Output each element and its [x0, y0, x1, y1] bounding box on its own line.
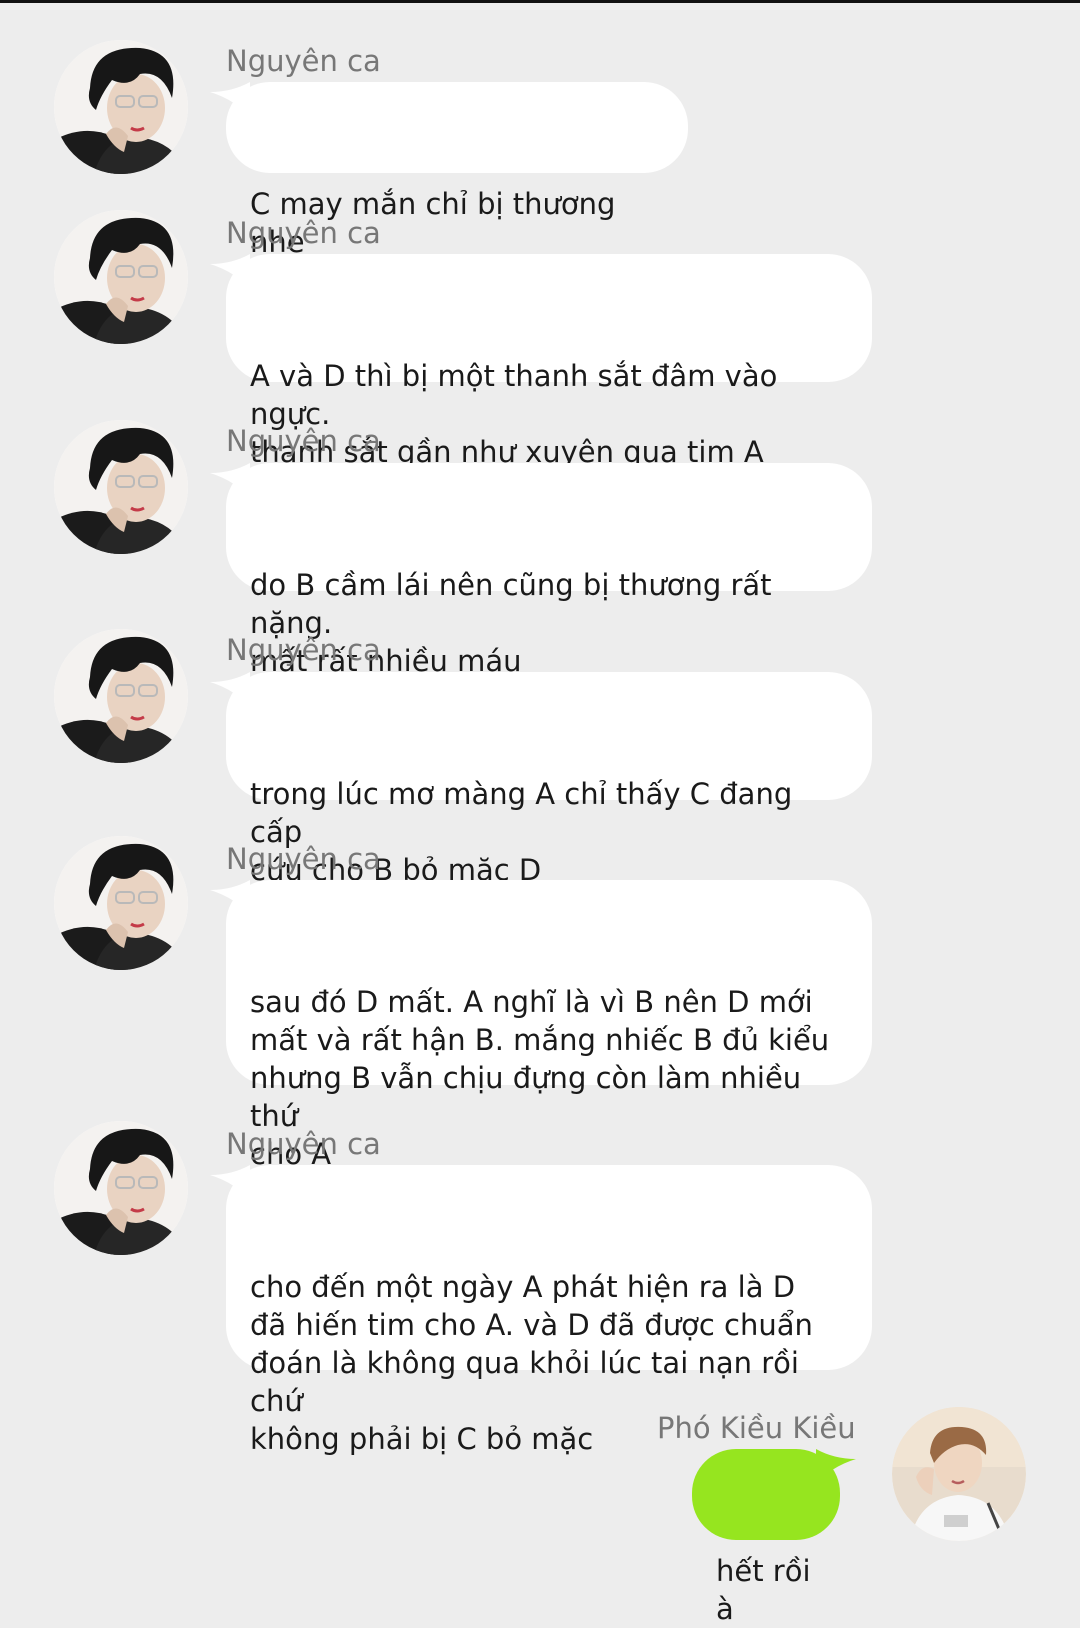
sender-name: Nguyên ca: [226, 44, 381, 78]
bubble-tail: [210, 672, 250, 708]
avatar-image: [54, 420, 188, 554]
bubble-tail: [210, 254, 250, 290]
message-bubble[interactable]: trong lúc mơ màng A chỉ thấy C đang cấp …: [210, 672, 872, 887]
message-row: Nguyên ca sau đó D mất. A nghĩ là vì B n…: [0, 836, 1080, 1171]
sender-name: Phó Kiều Kiều: [657, 1411, 856, 1445]
bubble-tail: [210, 82, 250, 118]
message-bubble[interactable]: cho đến một ngày A phát hiện ra là D đã …: [210, 1165, 872, 1456]
message-row: Phó Kiều Kiều hết rồi à: [0, 1405, 1080, 1626]
message-row: Nguyên ca trong lúc mơ màng A chỉ thấy C…: [0, 627, 1080, 887]
sender-avatar[interactable]: [54, 40, 188, 174]
sender-name: Nguyên ca: [226, 842, 381, 876]
avatar-image: [54, 1121, 188, 1255]
avatar-image: [54, 629, 188, 763]
message-bubble[interactable]: hết rồi à: [692, 1449, 856, 1626]
message-row: Nguyên ca do B cầm lái nên cũng bị thươn…: [0, 418, 1080, 678]
own-avatar[interactable]: [892, 1407, 1026, 1541]
message-bubble[interactable]: C may mắn chỉ bị thương nhẹ: [210, 82, 688, 259]
avatar-image: [54, 210, 188, 344]
message-bubble[interactable]: do B cầm lái nên cũng bị thương rất nặng…: [210, 463, 872, 678]
sender-name: Nguyên ca: [226, 633, 381, 667]
sender-avatar[interactable]: [54, 629, 188, 763]
top-border: [0, 0, 1080, 3]
avatar-image: [54, 40, 188, 174]
sender-avatar[interactable]: [54, 836, 188, 970]
message-row: Nguyên ca C may mắn chỉ bị thương nhẹ: [0, 38, 1080, 259]
message-text: hết rồi à: [716, 1554, 811, 1626]
bubble-tail: [210, 1165, 250, 1201]
message-bubble[interactable]: sau đó D mất. A nghĩ là vì B nên D mới m…: [210, 880, 872, 1171]
bubble-tail: [210, 463, 250, 499]
sender-name: Nguyên ca: [226, 216, 381, 250]
avatar-image: [54, 836, 188, 970]
sender-avatar[interactable]: [54, 1121, 188, 1255]
message-row: Nguyên ca A và D thì bị một thanh sắt đâ…: [0, 208, 1080, 469]
message-row: Nguyên ca cho đến một ngày A phát hiện r…: [0, 1121, 1080, 1456]
bubble-tail: [210, 880, 250, 916]
avatar-image: [892, 1407, 1026, 1541]
message-bubble[interactable]: A và D thì bị một thanh sắt đâm vào ngực…: [210, 254, 872, 469]
sender-avatar[interactable]: [54, 210, 188, 344]
sender-name: Nguyên ca: [226, 1127, 381, 1161]
sender-avatar[interactable]: [54, 420, 188, 554]
bubble-tail: [816, 1449, 856, 1485]
sender-name: Nguyên ca: [226, 424, 381, 458]
